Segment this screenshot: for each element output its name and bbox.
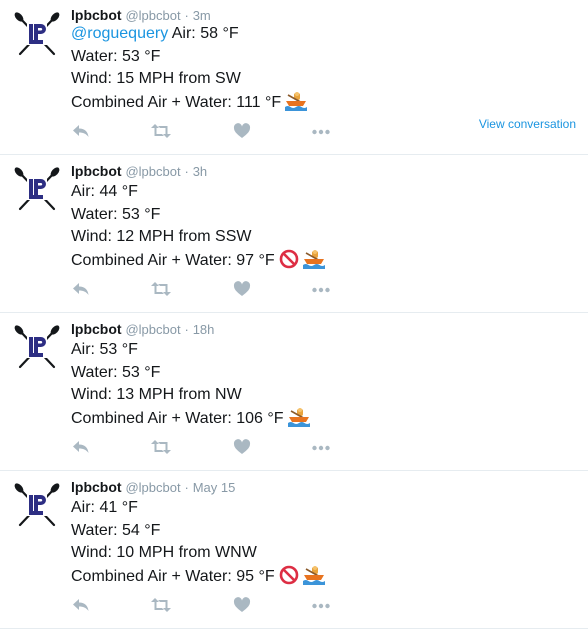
avatar[interactable]: [12, 481, 62, 531]
tweet-header: lpbcbot @lpbcbot · 3h: [71, 162, 207, 181]
retweet-icon[interactable]: [150, 439, 172, 457]
author-name[interactable]: lpbcbot: [71, 479, 122, 495]
heart-icon[interactable]: [233, 281, 255, 299]
reply-icon[interactable]: [72, 439, 94, 457]
separator: ·: [184, 164, 189, 179]
timestamp[interactable]: 3h: [193, 164, 207, 179]
rowboat-icon: [287, 407, 310, 435]
water-reading: Water: 53 °F: [71, 47, 161, 65]
tweet-actions: [72, 439, 572, 459]
combined-line: Combined Air + Water: 95 °F: [71, 565, 325, 593]
tweet-text: Air: 53 °F Water: 53 °F Wind: 13 MPH fro…: [71, 339, 310, 434]
tweet-header: lpbcbot @lpbcbot · 18h: [71, 320, 214, 339]
author-handle[interactable]: @lpbcbot: [125, 8, 180, 23]
retweet-icon[interactable]: [150, 597, 172, 615]
wind-reading: Wind: 12 MPH from SSW: [71, 228, 252, 245]
retweet-icon[interactable]: [150, 281, 172, 299]
rowboat-icon: [285, 91, 308, 119]
retweet-icon[interactable]: [150, 123, 172, 141]
air-reading: Air: 41 °F: [71, 499, 138, 516]
combined-reading: Combined Air + Water: 95 °F: [71, 567, 275, 585]
reply-icon[interactable]: [72, 123, 94, 141]
heart-icon[interactable]: [233, 123, 255, 141]
crossed-oars-lp-logo: [14, 167, 60, 211]
reply-icon[interactable]: [72, 281, 94, 299]
no-entry-icon: [279, 249, 299, 277]
author-name[interactable]: lpbcbot: [71, 321, 122, 337]
author-name[interactable]: lpbcbot: [71, 7, 122, 23]
tweet-header: lpbcbot @lpbcbot · May 15: [71, 478, 235, 497]
separator: ·: [184, 8, 189, 23]
crossed-oars-lp-logo: [14, 325, 60, 369]
rowboat-icon: [302, 249, 325, 277]
view-conversation-link[interactable]: View conversation: [479, 117, 576, 131]
tweet[interactable]: lpbcbot @lpbcbot · 3h Air: 44 °F Water: …: [0, 155, 588, 313]
combined-line: Combined Air + Water: 111 °F: [71, 91, 308, 119]
air-line: @roguequery Air: 58 °F: [71, 23, 307, 46]
avatar[interactable]: [12, 165, 62, 215]
air-reading: Air: 58 °F: [171, 25, 239, 42]
timeline: lpbcbot @lpbcbot · 3m @roguequery Air: 5…: [0, 0, 588, 629]
tweet[interactable]: lpbcbot @lpbcbot · 3m @roguequery Air: 5…: [0, 0, 588, 155]
tweet-text: Air: 41 °F Water: 54 °F Wind: 10 MPH fro…: [71, 497, 325, 592]
separator: ·: [184, 480, 189, 495]
rowboat-icon: [302, 565, 325, 593]
separator: ·: [184, 322, 189, 337]
tweet-text: Air: 44 °F Water: 53 °F Wind: 12 MPH fro…: [71, 181, 325, 276]
tweet[interactable]: lpbcbot @lpbcbot · 18h Air: 53 °F Water:…: [0, 313, 588, 471]
combined-line: Combined Air + Water: 97 °F: [71, 249, 325, 277]
wind-reading: Wind: 13 MPH from NW: [71, 386, 242, 403]
reply-icon[interactable]: [72, 597, 94, 615]
timestamp[interactable]: 3m: [193, 8, 211, 23]
water-reading: Water: 53 °F: [71, 363, 161, 381]
mention-link[interactable]: @roguequery: [71, 25, 168, 42]
combined-reading: Combined Air + Water: 111 °F: [71, 93, 282, 111]
more-dots-icon[interactable]: [311, 281, 333, 299]
crossed-oars-lp-logo: [14, 12, 60, 56]
combined-reading: Combined Air + Water: 106 °F: [71, 409, 284, 427]
more-dots-icon[interactable]: [311, 439, 333, 457]
crossed-oars-lp-logo: [14, 483, 60, 527]
air-reading: Air: 44 °F: [71, 183, 138, 200]
more-dots-icon[interactable]: [311, 597, 333, 615]
avatar[interactable]: [12, 323, 62, 373]
more-dots-icon[interactable]: [311, 123, 333, 141]
combined-line: Combined Air + Water: 106 °F: [71, 407, 310, 435]
combined-reading: Combined Air + Water: 97 °F: [71, 251, 275, 269]
tweet-text: @roguequery Air: 58 °F Water: 53 °F Wind…: [71, 23, 308, 119]
timestamp[interactable]: 18h: [193, 322, 215, 337]
heart-icon[interactable]: [233, 439, 255, 457]
water-reading: Water: 53 °F: [71, 205, 161, 223]
tweet-actions: [72, 281, 572, 301]
wind-reading: Wind: 15 MPH from SW: [71, 70, 241, 87]
tweet[interactable]: lpbcbot @lpbcbot · May 15 Air: 41 °F Wat…: [0, 471, 588, 629]
tweet-actions: [72, 597, 572, 617]
avatar[interactable]: [12, 10, 62, 60]
water-reading: Water: 54 °F: [71, 521, 161, 539]
author-handle[interactable]: @lpbcbot: [125, 480, 180, 495]
author-handle[interactable]: @lpbcbot: [125, 322, 180, 337]
timestamp[interactable]: May 15: [193, 480, 236, 495]
author-name[interactable]: lpbcbot: [71, 163, 122, 179]
wind-reading: Wind: 10 MPH from WNW: [71, 544, 257, 561]
air-reading: Air: 53 °F: [71, 341, 138, 358]
heart-icon[interactable]: [233, 597, 255, 615]
no-entry-icon: [279, 565, 299, 593]
author-handle[interactable]: @lpbcbot: [125, 164, 180, 179]
